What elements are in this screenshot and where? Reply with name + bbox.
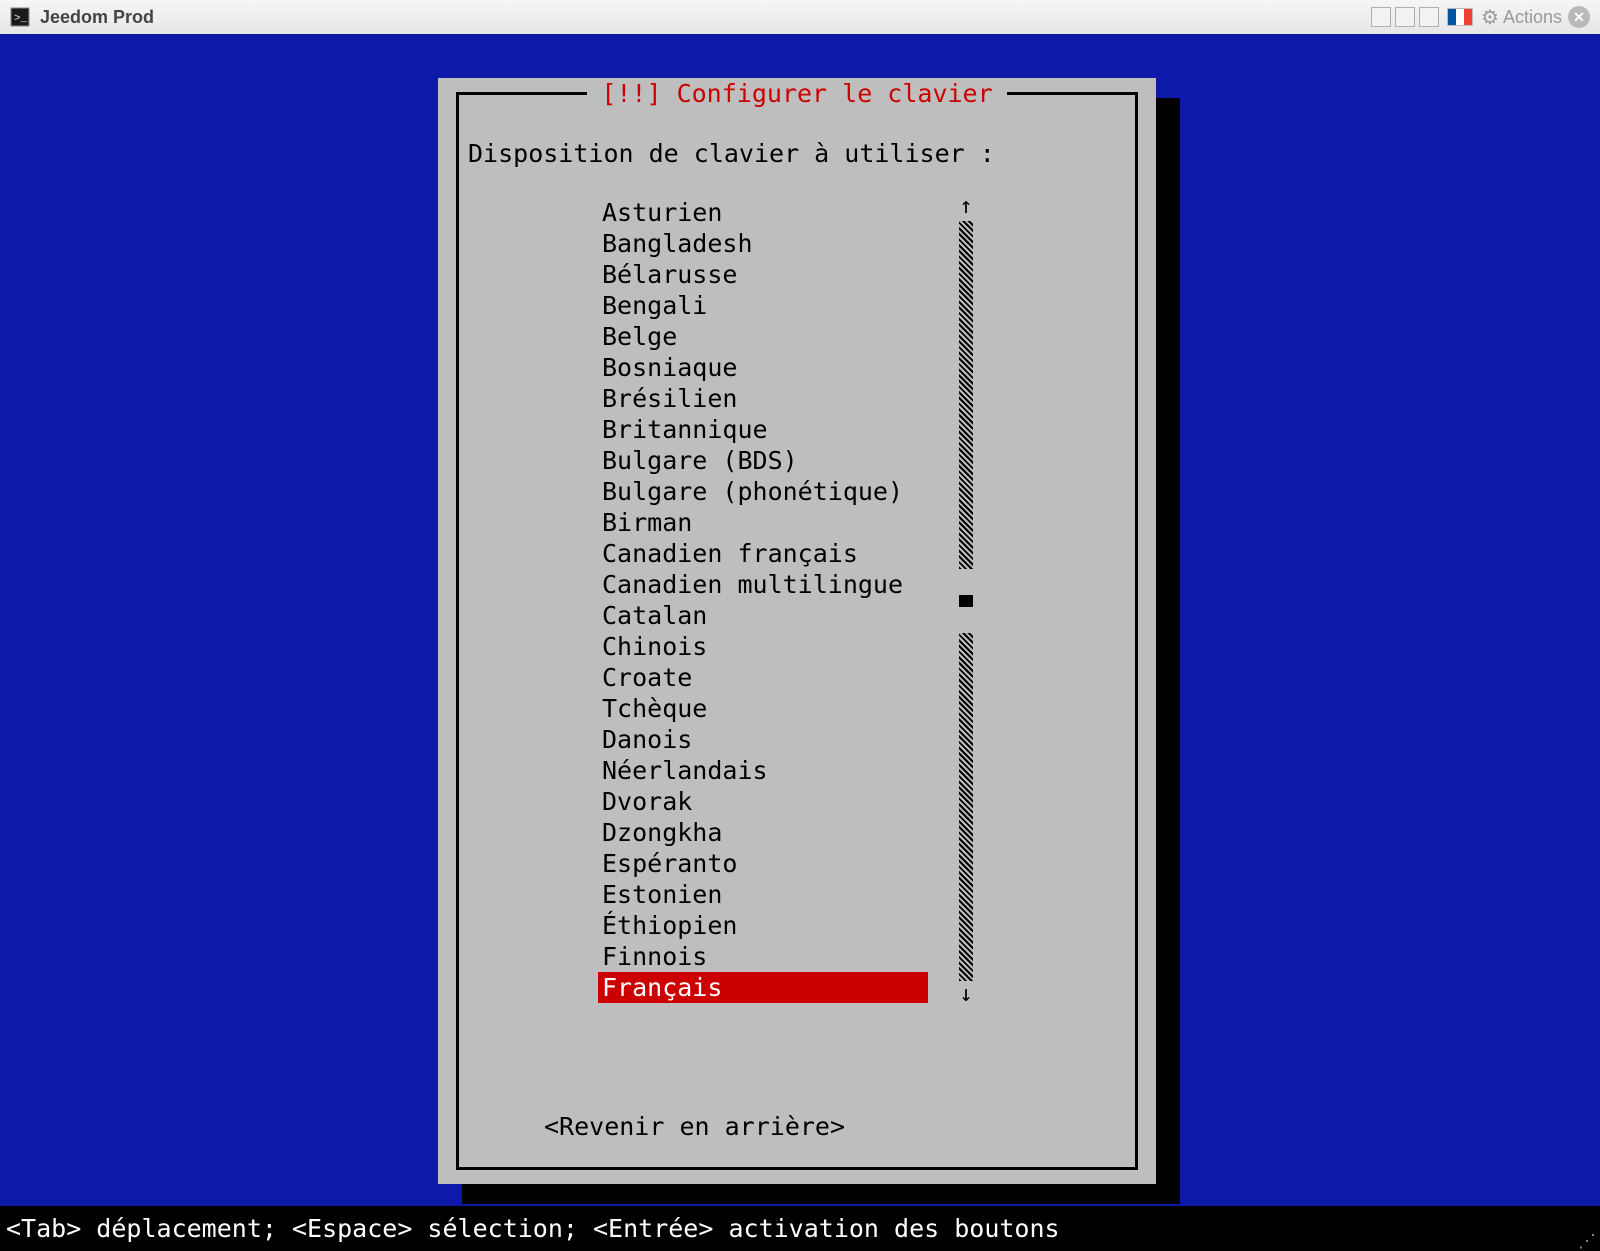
scroll-gap-bottom <box>959 607 973 629</box>
keyboard-layout-option[interactable]: Bangladesh <box>598 228 928 259</box>
keyboard-layout-option[interactable]: Catalan <box>598 600 928 631</box>
window-button-3-icon[interactable] <box>1419 7 1439 27</box>
scroll-down-arrow-icon[interactable]: ↓ <box>959 985 972 1005</box>
keyboard-layout-option[interactable]: Chinois <box>598 631 928 662</box>
keyboard-layout-option[interactable]: Asturien <box>598 197 928 228</box>
keyboard-layout-option[interactable]: Canadien français <box>598 538 928 569</box>
resize-grip-icon[interactable]: ⋰ <box>1578 1236 1594 1246</box>
keyboard-layout-option[interactable]: Croate <box>598 662 928 693</box>
keyboard-layout-option[interactable]: Brésilien <box>598 383 928 414</box>
keyboard-config-dialog: [!!] Configurer le clavier Disposition d… <box>438 78 1156 1184</box>
keyboard-layout-option[interactable]: Tchèque <box>598 693 928 724</box>
dialog-title-wrap: [!!] Configurer le clavier <box>438 78 1156 109</box>
keyboard-layout-option[interactable]: Bulgare (BDS) <box>598 445 928 476</box>
gear-icon[interactable]: ⚙ <box>1481 5 1499 30</box>
keyboard-layout-option[interactable]: Bengali <box>598 290 928 321</box>
window-titlebar: >_ Jeedom Prod ⚙ Actions ✕ <box>0 0 1600 35</box>
dialog-prompt: Disposition de clavier à utiliser : <box>468 138 1126 169</box>
keyboard-layout-option[interactable]: Dzongkha <box>598 817 928 848</box>
options-area: AsturienBangladeshBélarusseBengaliBelgeB… <box>598 197 1126 1005</box>
window-title: Jeedom Prod <box>40 7 154 28</box>
window-button-1-icon[interactable] <box>1371 7 1391 27</box>
scroll-track-bottom[interactable] <box>959 633 973 981</box>
keyboard-layout-option[interactable]: Birman <box>598 507 928 538</box>
keyboard-layout-option[interactable]: Bosniaque <box>598 352 928 383</box>
keyboard-layout-option[interactable]: Dvorak <box>598 786 928 817</box>
keyboard-layout-option[interactable]: Néerlandais <box>598 755 928 786</box>
dialog-body: Disposition de clavier à utiliser : Astu… <box>468 138 1126 1154</box>
keyboard-layout-option[interactable]: Bulgare (phonétique) <box>598 476 928 507</box>
scroll-thumb[interactable] <box>959 595 973 607</box>
help-text: <Tab> déplacement; <Espace> sélection; <… <box>6 1213 1060 1244</box>
window-button-2-icon[interactable] <box>1395 7 1415 27</box>
keyboard-layout-option[interactable]: Canadien multilingue <box>598 569 928 600</box>
keyboard-layout-option[interactable]: Britannique <box>598 414 928 445</box>
help-bar: <Tab> déplacement; <Espace> sélection; <… <box>0 1206 1600 1250</box>
keyboard-layout-option[interactable]: Français <box>598 972 928 1003</box>
go-back-button[interactable]: <Revenir en arrière> <box>544 1111 845 1142</box>
scroll-up-arrow-icon[interactable]: ↑ <box>959 197 972 217</box>
scroll-gap-top <box>959 573 973 595</box>
actions-menu[interactable]: Actions <box>1503 7 1562 28</box>
dialog-title: [!!] Configurer le clavier <box>587 78 1006 109</box>
keyboard-layout-option[interactable]: Belge <box>598 321 928 352</box>
keyboard-layout-option[interactable]: Finnois <box>598 941 928 972</box>
scrollbar[interactable]: ↑ ↓ <box>956 197 976 1005</box>
france-flag-icon[interactable] <box>1447 8 1473 26</box>
keyboard-layout-option[interactable]: Espéranto <box>598 848 928 879</box>
close-icon[interactable]: ✕ <box>1568 6 1590 28</box>
keyboard-layout-option[interactable]: Éthiopien <box>598 910 928 941</box>
terminal-icon: >_ <box>10 7 30 27</box>
scroll-track-top[interactable] <box>959 221 973 569</box>
keyboard-layout-option[interactable]: Danois <box>598 724 928 755</box>
keyboard-layout-option[interactable]: Estonien <box>598 879 928 910</box>
keyboard-layout-list[interactable]: AsturienBangladeshBélarusseBengaliBelgeB… <box>598 197 928 1003</box>
keyboard-layout-option[interactable]: Bélarusse <box>598 259 928 290</box>
svg-text:>_: >_ <box>14 13 28 25</box>
console-area: [!!] Configurer le clavier Disposition d… <box>0 34 1600 1250</box>
